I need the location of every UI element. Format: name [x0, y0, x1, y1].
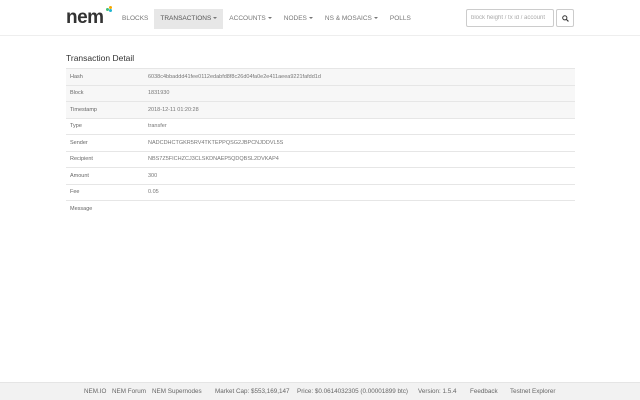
footer-link-testnet-explorer[interactable]: Testnet Explorer	[510, 388, 556, 395]
table-row-hash: Hash 6038c4bbaddd41fee0112edabfd8f8c26d0…	[66, 68, 575, 85]
table-row-sender: Sender NADCDHCTGKR5RV4TKTEPPQSG2JBPCNJDD…	[66, 134, 575, 151]
row-key: Fee	[66, 183, 148, 201]
row-value-hash: 6038c4bbaddd41fee0112edabfd8f8c26d04fa0e…	[148, 68, 575, 85]
search-icon	[562, 15, 569, 22]
version: Version: 1.5.4	[418, 388, 457, 395]
footer-link-nem-io[interactable]: NEM.IO	[84, 388, 106, 395]
table-row-type: Type transfer	[66, 117, 575, 135]
row-key: Amount	[66, 167, 148, 184]
row-value-block[interactable]: 1831930	[148, 84, 575, 102]
row-value-recipient[interactable]: NBS7Z5FICHZCJ3CLSKDNAEP5QDQBSL2DVKAP4	[148, 150, 575, 168]
navbar: nem BLOCKS TRANSACTIONS ACCOUNTS NODES N…	[0, 0, 640, 36]
table-row-message: Message	[66, 200, 575, 217]
row-value-type: transfer	[148, 117, 575, 135]
table-row-recipient: Recipient NBS7Z5FICHZCJ3CLSKDNAEP5QDQBSL…	[66, 150, 575, 168]
nav-nodes[interactable]: NODES	[278, 9, 319, 29]
nav-accounts[interactable]: ACCOUNTS	[223, 9, 277, 29]
row-value-amount: 300	[148, 167, 575, 184]
chevron-down-icon	[213, 17, 218, 20]
footer-link-feedback[interactable]: Feedback	[470, 388, 498, 395]
row-value-timestamp: 2018-12-11 01:20:28	[148, 101, 575, 118]
row-value-sender[interactable]: NADCDHCTGKR5RV4TKTEPPQSG2JBPCNJDDVL5S	[148, 134, 575, 151]
table-row-fee: Fee 0.05	[66, 183, 575, 201]
row-key: Block	[66, 84, 148, 102]
row-key: Timestamp	[66, 101, 148, 118]
nav-blocks[interactable]: BLOCKS	[116, 9, 154, 29]
row-key: Sender	[66, 134, 148, 151]
chevron-down-icon	[373, 17, 378, 20]
row-key: Recipient	[66, 150, 148, 168]
page-title: Transaction Detail	[66, 53, 135, 63]
nav-polls[interactable]: POLLS	[384, 9, 417, 29]
market-cap: Market Cap: $553,169,147	[215, 388, 290, 395]
search-input[interactable]	[466, 9, 554, 27]
row-value-message	[148, 200, 575, 217]
chevron-down-icon	[308, 17, 313, 20]
nav-transactions[interactable]: TRANSACTIONS	[154, 9, 224, 29]
transaction-detail-table: Hash 6038c4bbaddd41fee0112edabfd8f8c26d0…	[66, 68, 575, 217]
chevron-down-icon	[267, 17, 272, 20]
search-button[interactable]	[556, 9, 574, 27]
row-key: Hash	[66, 68, 148, 85]
table-row-amount: Amount 300	[66, 167, 575, 184]
footer-link-nem-supernodes[interactable]: NEM Supernodes	[152, 388, 202, 395]
table-row-timestamp: Timestamp 2018-12-11 01:20:28	[66, 101, 575, 118]
footer-link-nem-forum[interactable]: NEM Forum	[112, 388, 146, 395]
nav-ns-mosaics[interactable]: NS & MOSAICS	[319, 9, 384, 29]
nem-logo-icon	[106, 6, 112, 12]
main-nav: BLOCKS TRANSACTIONS ACCOUNTS NODES NS & …	[116, 9, 417, 29]
brand-logo[interactable]: nem	[66, 7, 104, 29]
price: Price: $0.0614032305 (0.00001899 btc)	[297, 388, 408, 395]
row-value-fee: 0.05	[148, 183, 575, 201]
row-key: Type	[66, 117, 148, 135]
row-key: Message	[66, 200, 148, 217]
table-row-block: Block 1831930	[66, 84, 575, 102]
footer: NEM.IO NEM Forum NEM Supernodes Market C…	[0, 382, 640, 400]
